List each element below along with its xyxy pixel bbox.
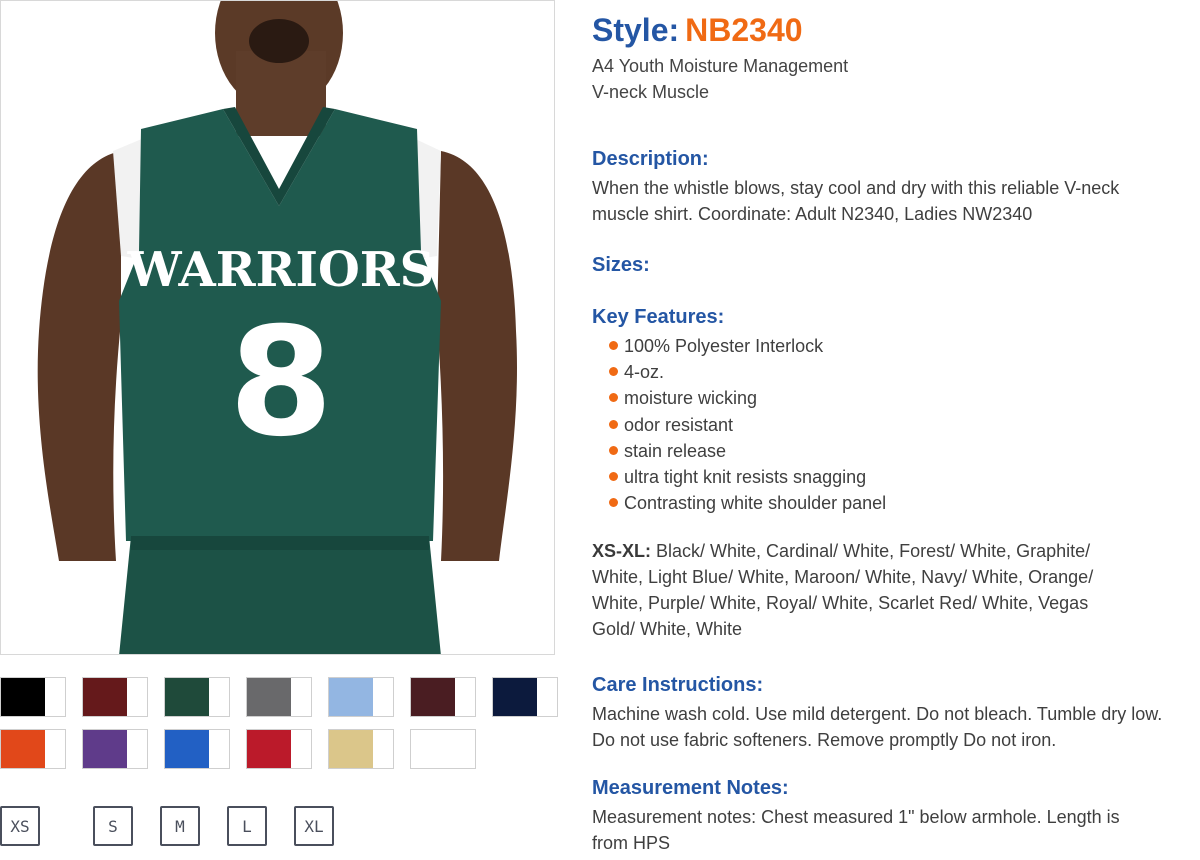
feature-item: odor resistant bbox=[606, 412, 886, 438]
color-swatch[interactable] bbox=[164, 677, 230, 717]
bullet-icon bbox=[609, 419, 618, 429]
feature-text: ultra tight knit resists snagging bbox=[624, 467, 867, 488]
color-swatch-fill bbox=[329, 730, 373, 768]
feature-text: Contrasting white shoulder panel bbox=[624, 493, 887, 514]
care-text: Machine wash cold. Use mild detergent. D… bbox=[592, 704, 1163, 750]
color-swatch[interactable] bbox=[0, 677, 66, 717]
style-code: NB2340 bbox=[685, 12, 803, 48]
color-swatch-fill bbox=[83, 678, 127, 716]
color-swatch[interactable] bbox=[410, 729, 476, 769]
features-heading: Key Features: bbox=[592, 306, 725, 328]
feature-item: stain release bbox=[606, 438, 886, 464]
size-selector: XS S M L XL bbox=[0, 806, 560, 848]
color-swatch-fill bbox=[83, 730, 127, 768]
color-swatch-fill bbox=[329, 678, 373, 716]
measurement-heading: Measurement Notes: bbox=[592, 777, 789, 799]
color-list-text: Black/ White, Cardinal/ White, Forest/ W… bbox=[592, 541, 1094, 639]
color-swatch[interactable] bbox=[82, 729, 148, 769]
color-swatch-fill bbox=[247, 678, 291, 716]
feature-item: moisture wicking bbox=[606, 385, 886, 411]
color-swatch[interactable] bbox=[82, 677, 148, 717]
color-swatch[interactable] bbox=[0, 729, 66, 769]
bullet-icon bbox=[609, 367, 618, 377]
feature-item: 100% Polyester Interlock bbox=[606, 333, 886, 359]
color-swatch[interactable] bbox=[246, 729, 312, 769]
size-button-xl[interactable]: XL bbox=[294, 806, 334, 846]
size-range-label: XS-XL: bbox=[592, 541, 652, 561]
color-swatch-fill bbox=[165, 678, 209, 716]
size-button-xs[interactable]: XS bbox=[0, 806, 40, 846]
color-swatch[interactable] bbox=[328, 729, 394, 769]
color-swatch[interactable] bbox=[410, 677, 476, 717]
care-heading: Care Instructions: bbox=[592, 674, 764, 696]
color-swatch-fill bbox=[1, 678, 45, 716]
measurement-text: Measurement notes: Chest measured 1" bel… bbox=[592, 807, 1120, 853]
bullet-icon bbox=[609, 445, 618, 455]
color-swatch[interactable] bbox=[328, 677, 394, 717]
feature-item: ultra tight knit resists snagging bbox=[606, 464, 886, 490]
style-heading: Style: NB2340 bbox=[592, 12, 803, 49]
bullet-icon bbox=[609, 498, 618, 508]
description-text: When the whistle blows, stay cool and dr… bbox=[592, 178, 1120, 224]
color-swatch-fill bbox=[493, 678, 537, 716]
jersey-photo: WARRIORS 8 bbox=[1, 1, 554, 654]
color-swatch[interactable] bbox=[164, 729, 230, 769]
color-availability: XS-XL: Black/ White, Cardinal/ White, Fo… bbox=[592, 538, 1132, 642]
product-image: WARRIORS 8 bbox=[0, 0, 555, 655]
description-heading: Description: bbox=[592, 148, 709, 170]
feature-item: 4-oz. bbox=[606, 359, 886, 385]
feature-text: stain release bbox=[624, 440, 727, 461]
bullet-icon bbox=[609, 341, 618, 350]
color-swatch-fill bbox=[411, 678, 455, 716]
style-label: Style: bbox=[592, 12, 680, 48]
jersey-number-text: 8 bbox=[229, 296, 333, 470]
shorts bbox=[119, 536, 441, 654]
color-swatch[interactable] bbox=[492, 677, 558, 717]
sizes-heading: Sizes: bbox=[592, 254, 650, 276]
feature-text: 4-oz. bbox=[624, 362, 665, 383]
bullet-icon bbox=[609, 472, 618, 482]
color-swatch[interactable] bbox=[246, 677, 312, 717]
color-swatch-fill bbox=[1, 730, 45, 768]
color-swatch-fill bbox=[165, 730, 209, 768]
size-button-l[interactable]: L bbox=[227, 806, 267, 846]
feature-text: 100% Polyester Interlock bbox=[624, 336, 824, 356]
feature-text: moisture wicking bbox=[624, 388, 758, 409]
feature-text: odor resistant bbox=[624, 414, 734, 435]
bullet-icon bbox=[609, 393, 618, 403]
size-button-s[interactable]: S bbox=[93, 806, 133, 846]
product-name: A4 Youth Moisture Management V-neck Musc… bbox=[592, 56, 849, 102]
color-swatch-fill bbox=[247, 730, 291, 768]
feature-item: Contrasting white shoulder panel bbox=[606, 490, 886, 516]
size-button-m[interactable]: M bbox=[160, 806, 200, 846]
jersey-team-text: WARRIORS bbox=[127, 242, 435, 298]
features-list: 100% Polyester Interlock 4-oz. moisture wi… bbox=[606, 333, 886, 516]
